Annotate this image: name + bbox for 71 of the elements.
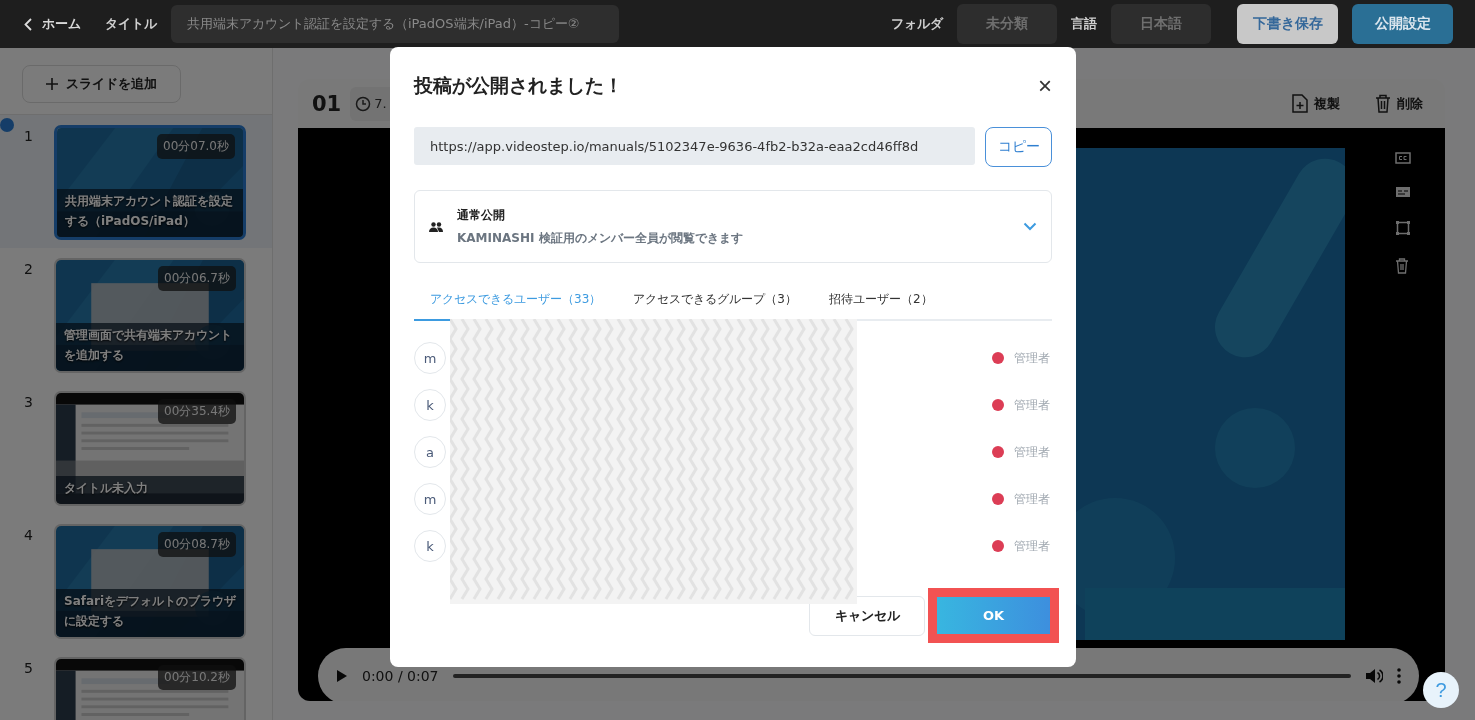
- title-label: タイトル: [105, 15, 157, 33]
- chevron-down-icon: [1023, 222, 1037, 231]
- slide-item[interactable]: 5 00分10.2秒: [0, 647, 272, 720]
- language-label: 言語: [1071, 15, 1097, 33]
- delete-button[interactable]: 削除: [1369, 93, 1429, 114]
- title-field[interactable]: 共用端末アカウント認証を設定する（iPadOS端末/iPad）-コピー②: [171, 5, 619, 43]
- home-link[interactable]: ホーム: [24, 15, 81, 33]
- trash-icon[interactable]: [1395, 258, 1409, 274]
- slide-thumbnail[interactable]: 00分35.4秒 タイトル未入力: [54, 391, 246, 506]
- slide-item[interactable]: 2 00分06.7秒 管理画面で共有端末アカウントを追加する: [0, 248, 272, 381]
- folder-select[interactable]: 未分類: [957, 4, 1057, 44]
- add-slide-button[interactable]: スライドを追加: [22, 65, 181, 103]
- clock-icon: [355, 95, 372, 112]
- slide-thumbnail[interactable]: 00分06.7秒 管理画面で共有端末アカウントを追加する: [54, 258, 246, 373]
- closed-captions-icon[interactable]: [1395, 152, 1411, 164]
- help-button[interactable]: ?: [1423, 672, 1459, 708]
- slide-title: Safariをデフォルトのブラウザに設定する: [56, 589, 244, 637]
- slide-item[interactable]: 4 00分08.7秒 Safariをデフォルトのブラウザに設定する: [0, 514, 272, 647]
- subtitles-icon[interactable]: [1395, 186, 1411, 198]
- role-label: 管理者: [1014, 396, 1051, 414]
- file-plus-icon: [1292, 94, 1308, 113]
- slide-thumbnail[interactable]: 00分08.7秒 Safariをデフォルトのブラウザに設定する: [54, 524, 246, 639]
- close-button[interactable]: ×: [1038, 74, 1052, 98]
- language-select[interactable]: 日本語: [1111, 4, 1211, 44]
- volume-icon[interactable]: [1365, 668, 1383, 684]
- url-field[interactable]: https://app.videostep.io/manuals/5102347e-9636-4fb2-b32a-eaa2cd46ff8d: [414, 127, 975, 165]
- dialog-title: 投稿が公開されました！: [414, 73, 623, 98]
- crop-frame-icon[interactable]: [1395, 220, 1411, 236]
- role-label: 管理者: [1014, 349, 1051, 367]
- more-icon[interactable]: [1397, 668, 1401, 684]
- trash-icon: [1375, 94, 1391, 113]
- role-label: 管理者: [1014, 443, 1051, 461]
- visibility-title: 通常公開: [457, 206, 506, 224]
- visibility-description: KAMINASHI 検証用のメンバー全員が閲覧できます: [457, 229, 744, 247]
- slide-item[interactable]: 3 00分35.4秒 タイトル未入力: [0, 381, 272, 514]
- tab[interactable]: 招待ユーザー（2）: [812, 291, 949, 321]
- progress-track[interactable]: [452, 674, 1351, 678]
- duration-badge: 00分07.0秒: [157, 134, 235, 159]
- cancel-button[interactable]: キャンセル: [809, 595, 925, 636]
- slide-number: 3: [24, 393, 34, 412]
- time-display: 0:00 / 0:07: [362, 668, 439, 684]
- selection-dot: [0, 118, 14, 132]
- duration-badge: 00分08.7秒: [158, 532, 236, 557]
- role-label: 管理者: [1014, 537, 1051, 555]
- slide-number: 1: [24, 127, 34, 146]
- play-icon[interactable]: [336, 669, 348, 683]
- duplicate-button[interactable]: 複製: [1286, 93, 1346, 114]
- publish-settings-button[interactable]: 公開設定: [1352, 4, 1453, 44]
- slide-title: 共用端末アカウント認証を設定する（iPadOS/iPad）: [57, 189, 243, 237]
- copy-button[interactable]: コピー: [985, 127, 1052, 167]
- slide-title: 管理画面で共有端末アカウントを追加する: [56, 323, 244, 371]
- slide-number: 5: [24, 659, 34, 678]
- duration-badge: 00分10.2秒: [158, 665, 236, 690]
- back-icon: [24, 17, 32, 31]
- tab[interactable]: アクセスできるグループ（3）: [617, 291, 813, 321]
- ok-button[interactable]: OK: [937, 597, 1050, 634]
- slide-title: タイトル未入力: [56, 476, 244, 504]
- folder-label: フォルダ: [891, 15, 943, 33]
- slide-thumbnail[interactable]: 00分07.0秒 共用端末アカウント認証を設定する（iPadOS/iPad）: [54, 125, 246, 240]
- save-draft-button[interactable]: 下書き保存: [1237, 4, 1338, 44]
- slide-number: 2: [24, 260, 34, 279]
- role-label: 管理者: [1014, 490, 1051, 508]
- slide-number: 4: [24, 526, 34, 545]
- duration-badge: 00分06.7秒: [158, 266, 236, 291]
- people-icon: [429, 221, 443, 232]
- slide-item[interactable]: 1 00分07.0秒 共用端末アカウント認証を設定する（iPadOS/iPad）: [0, 115, 272, 248]
- visibility-dropdown[interactable]: 通常公開 KAMINASHI 検証用のメンバー全員が閲覧できます: [414, 190, 1052, 263]
- slide-thumbnail[interactable]: 00分10.2秒: [54, 657, 246, 720]
- duration-badge: 00分35.4秒: [158, 399, 236, 424]
- plus-icon: [46, 78, 58, 90]
- slide-number: 01: [312, 91, 342, 116]
